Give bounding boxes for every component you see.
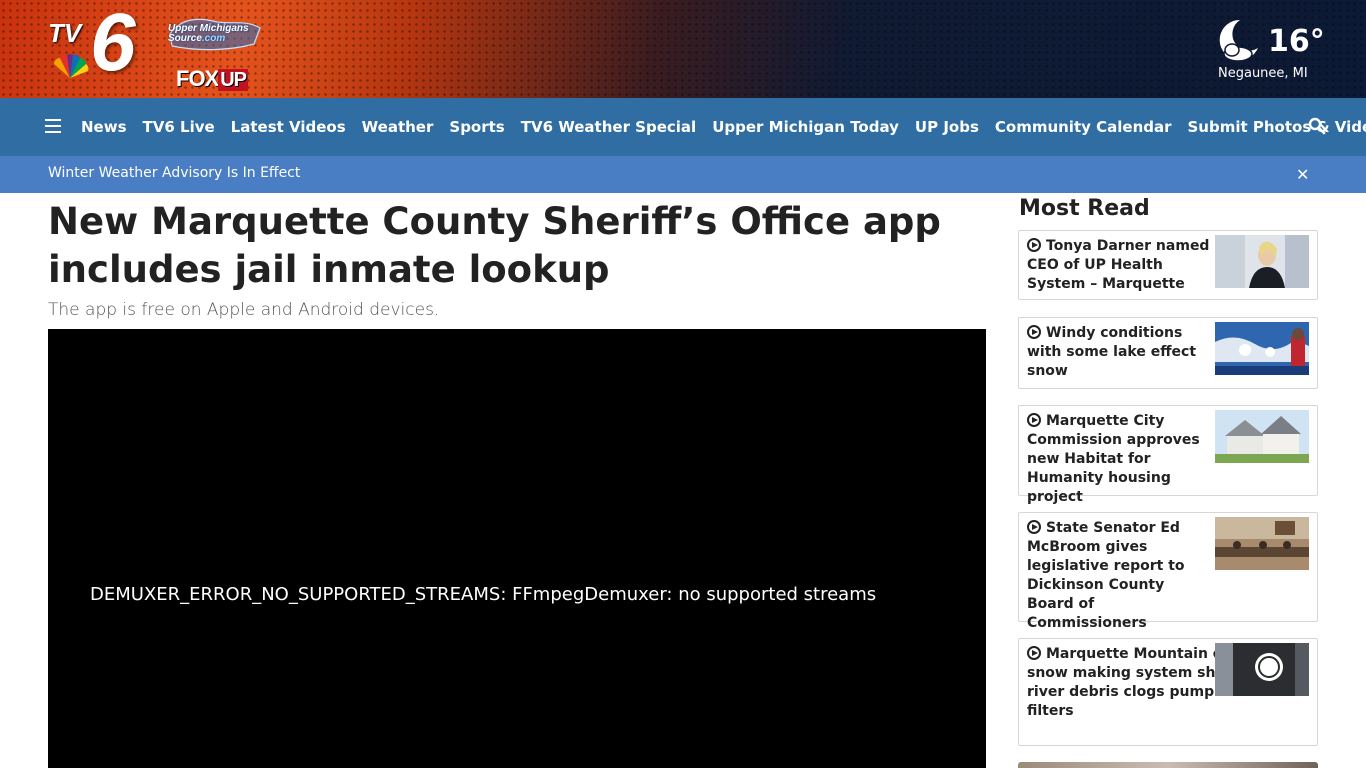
current-temperature: 16° <box>1268 24 1325 59</box>
nav-item-news[interactable]: News <box>73 118 135 136</box>
ums-line2: Source <box>168 33 202 44</box>
most-read-title[interactable]: State Senator Ed McBroom gives legislati… <box>1027 519 1213 633</box>
most-read-item[interactable]: Tonya Darner named CEO of UP Health Syst… <box>1018 230 1318 300</box>
most-read-heading: Most Read <box>1019 196 1150 221</box>
play-circle-icon <box>1027 238 1041 252</box>
moon-cloud-icon <box>1219 19 1258 62</box>
nbc-peacock-icon <box>54 54 89 78</box>
weather-location: Negaunee, MI <box>1218 66 1308 81</box>
nav-item-tv6-weather-special[interactable]: TV6 Weather Special <box>513 118 704 136</box>
search-icon[interactable] <box>1308 117 1326 135</box>
foxup-up-text: UP <box>218 69 249 91</box>
foxup-fox-text: FOX <box>176 66 219 91</box>
ums-com: .com <box>201 33 226 44</box>
most-read-item[interactable]: State Senator Ed McBroom gives legislati… <box>1018 512 1318 631</box>
play-circle-icon <box>1027 520 1041 534</box>
foxup-logo[interactable]: FOX UP <box>176 66 249 92</box>
article-headline: New Marquette County Sheriff’s Office ap… <box>48 200 941 291</box>
upper-michigans-source-logo[interactable]: Upper Michigans Source.com <box>162 14 262 54</box>
nav-item-latest-videos[interactable]: Latest Videos <box>223 118 354 136</box>
nav-item-community-calendar[interactable]: Community Calendar <box>987 118 1180 136</box>
nav-item-tv6-live[interactable]: TV6 Live <box>135 118 223 136</box>
most-read-title-text: Windy conditions with some lake effect s… <box>1027 325 1197 379</box>
play-circle-icon <box>1027 413 1041 427</box>
most-read-item[interactable]: Windy conditions with some lake effect s… <box>1018 317 1318 389</box>
most-read-title-text: Tonya Darner named CEO of UP Health Syst… <box>1027 238 1210 292</box>
weather-alert-banner[interactable]: Winter Weather Advisory Is In Effect ✕ <box>0 156 1366 193</box>
main-nav: News TV6 Live Latest Videos Weather Spor… <box>0 98 1366 156</box>
most-read-title-text: Marquette City Commission approves new H… <box>1027 413 1200 505</box>
hamburger-menu-icon[interactable] <box>45 119 61 133</box>
next-item-thumbnail-edge <box>1018 762 1318 768</box>
most-read-title[interactable]: Windy conditions with some lake effect s… <box>1027 324 1213 381</box>
close-icon[interactable]: ✕ <box>1296 165 1309 184</box>
nav-item-weather[interactable]: Weather <box>354 118 442 136</box>
play-circle-icon <box>1027 646 1041 660</box>
thumbnail-image[interactable] <box>1215 410 1309 463</box>
ums-text: Upper Michigans Source.com <box>168 24 249 44</box>
video-player[interactable]: DEMUXER_ERROR_NO_SUPPORTED_STREAMS: FFmp… <box>48 329 986 768</box>
thumbnail-image[interactable] <box>1215 517 1309 570</box>
most-read-title[interactable]: Marquette City Commission approves new H… <box>1027 412 1213 507</box>
nav-item-sports[interactable]: Sports <box>441 118 512 136</box>
logo-tv-text: TV <box>48 18 82 48</box>
most-read-title-text: State Senator Ed McBroom gives legislati… <box>1027 520 1185 631</box>
most-read-item[interactable]: Marquette Mountain experiences snow maki… <box>1018 638 1318 746</box>
thumbnail-image[interactable] <box>1215 643 1309 696</box>
most-read-title[interactable]: Tonya Darner named CEO of UP Health Syst… <box>1027 237 1213 294</box>
video-error-message: DEMUXER_ERROR_NO_SUPPORTED_STREAMS: FFmp… <box>90 584 877 605</box>
site-header: TV 6 Upper Michigans Source.com FOX UP 16… <box>0 0 1366 98</box>
article-subhead: The app is free on Apple and Android dev… <box>48 300 440 320</box>
nav-item-upper-michigan-today[interactable]: Upper Michigan Today <box>704 118 907 136</box>
nav-items: News TV6 Live Latest Videos Weather Spor… <box>73 98 1366 156</box>
logo-six-text: 6 <box>90 0 136 88</box>
nav-item-submit-photos-videos[interactable]: Submit Photos & Videos <box>1180 118 1366 136</box>
play-circle-icon <box>1027 325 1041 339</box>
thumbnail-image[interactable] <box>1215 322 1309 375</box>
weather-widget[interactable]: 16° Negaunee, MI <box>1210 14 1325 86</box>
alert-text[interactable]: Winter Weather Advisory Is In Effect <box>48 165 300 181</box>
thumbnail-image[interactable] <box>1215 235 1309 288</box>
nav-item-up-jobs[interactable]: UP Jobs <box>907 118 987 136</box>
tv6-logo[interactable]: TV 6 <box>48 2 158 92</box>
most-read-item[interactable]: Marquette City Commission approves new H… <box>1018 405 1318 505</box>
